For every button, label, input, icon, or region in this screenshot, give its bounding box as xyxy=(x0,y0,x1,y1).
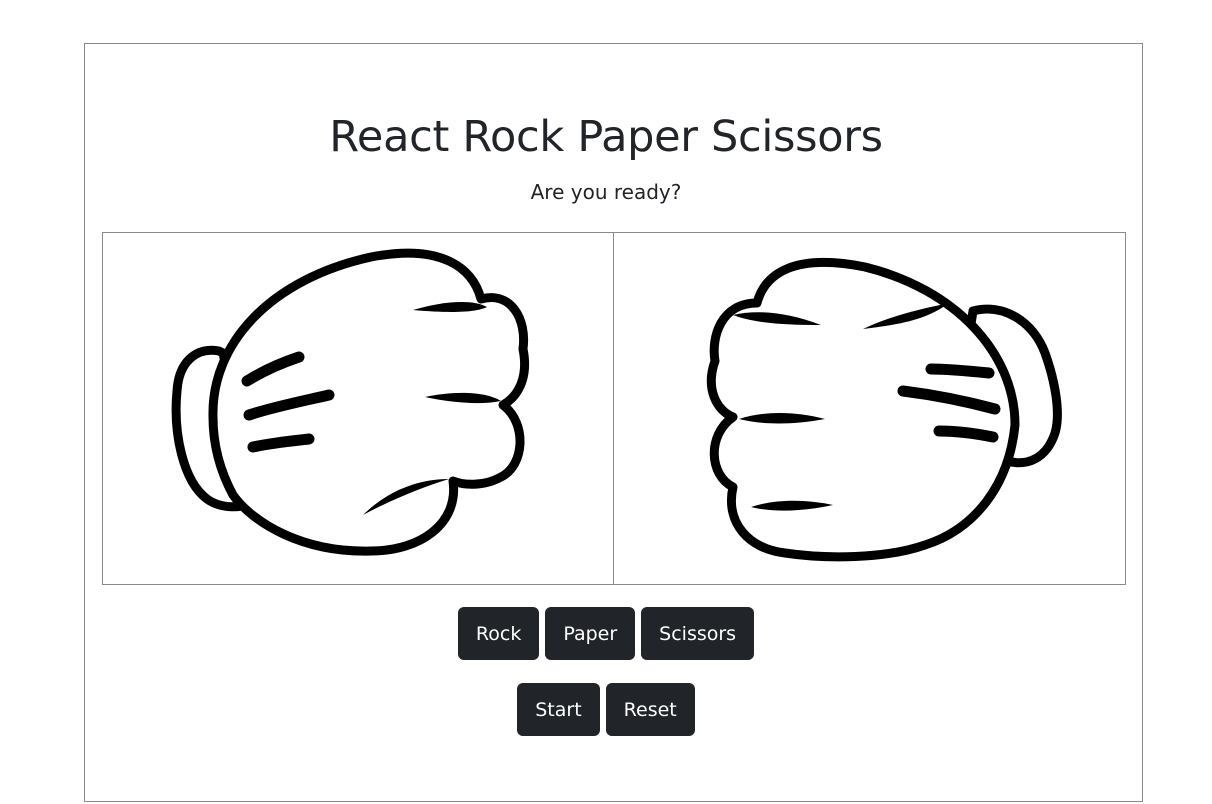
reset-button[interactable]: Reset xyxy=(605,683,695,736)
page-title: React Rock Paper Scissors xyxy=(329,112,883,162)
scissors-button[interactable]: Scissors xyxy=(641,607,755,660)
choice-buttons: Rock Paper Scissors xyxy=(0,607,1212,660)
paper-button[interactable]: Paper xyxy=(545,607,636,660)
control-buttons: Start Reset xyxy=(0,683,1212,736)
rock-button[interactable]: Rock xyxy=(457,607,540,660)
start-button[interactable]: Start xyxy=(517,683,600,736)
fist-icon xyxy=(171,248,530,556)
fist-icon xyxy=(706,258,1062,562)
computer-hand-panel xyxy=(613,232,1126,585)
status-text: Are you ready? xyxy=(530,180,682,204)
player-hand-panel xyxy=(102,232,615,585)
